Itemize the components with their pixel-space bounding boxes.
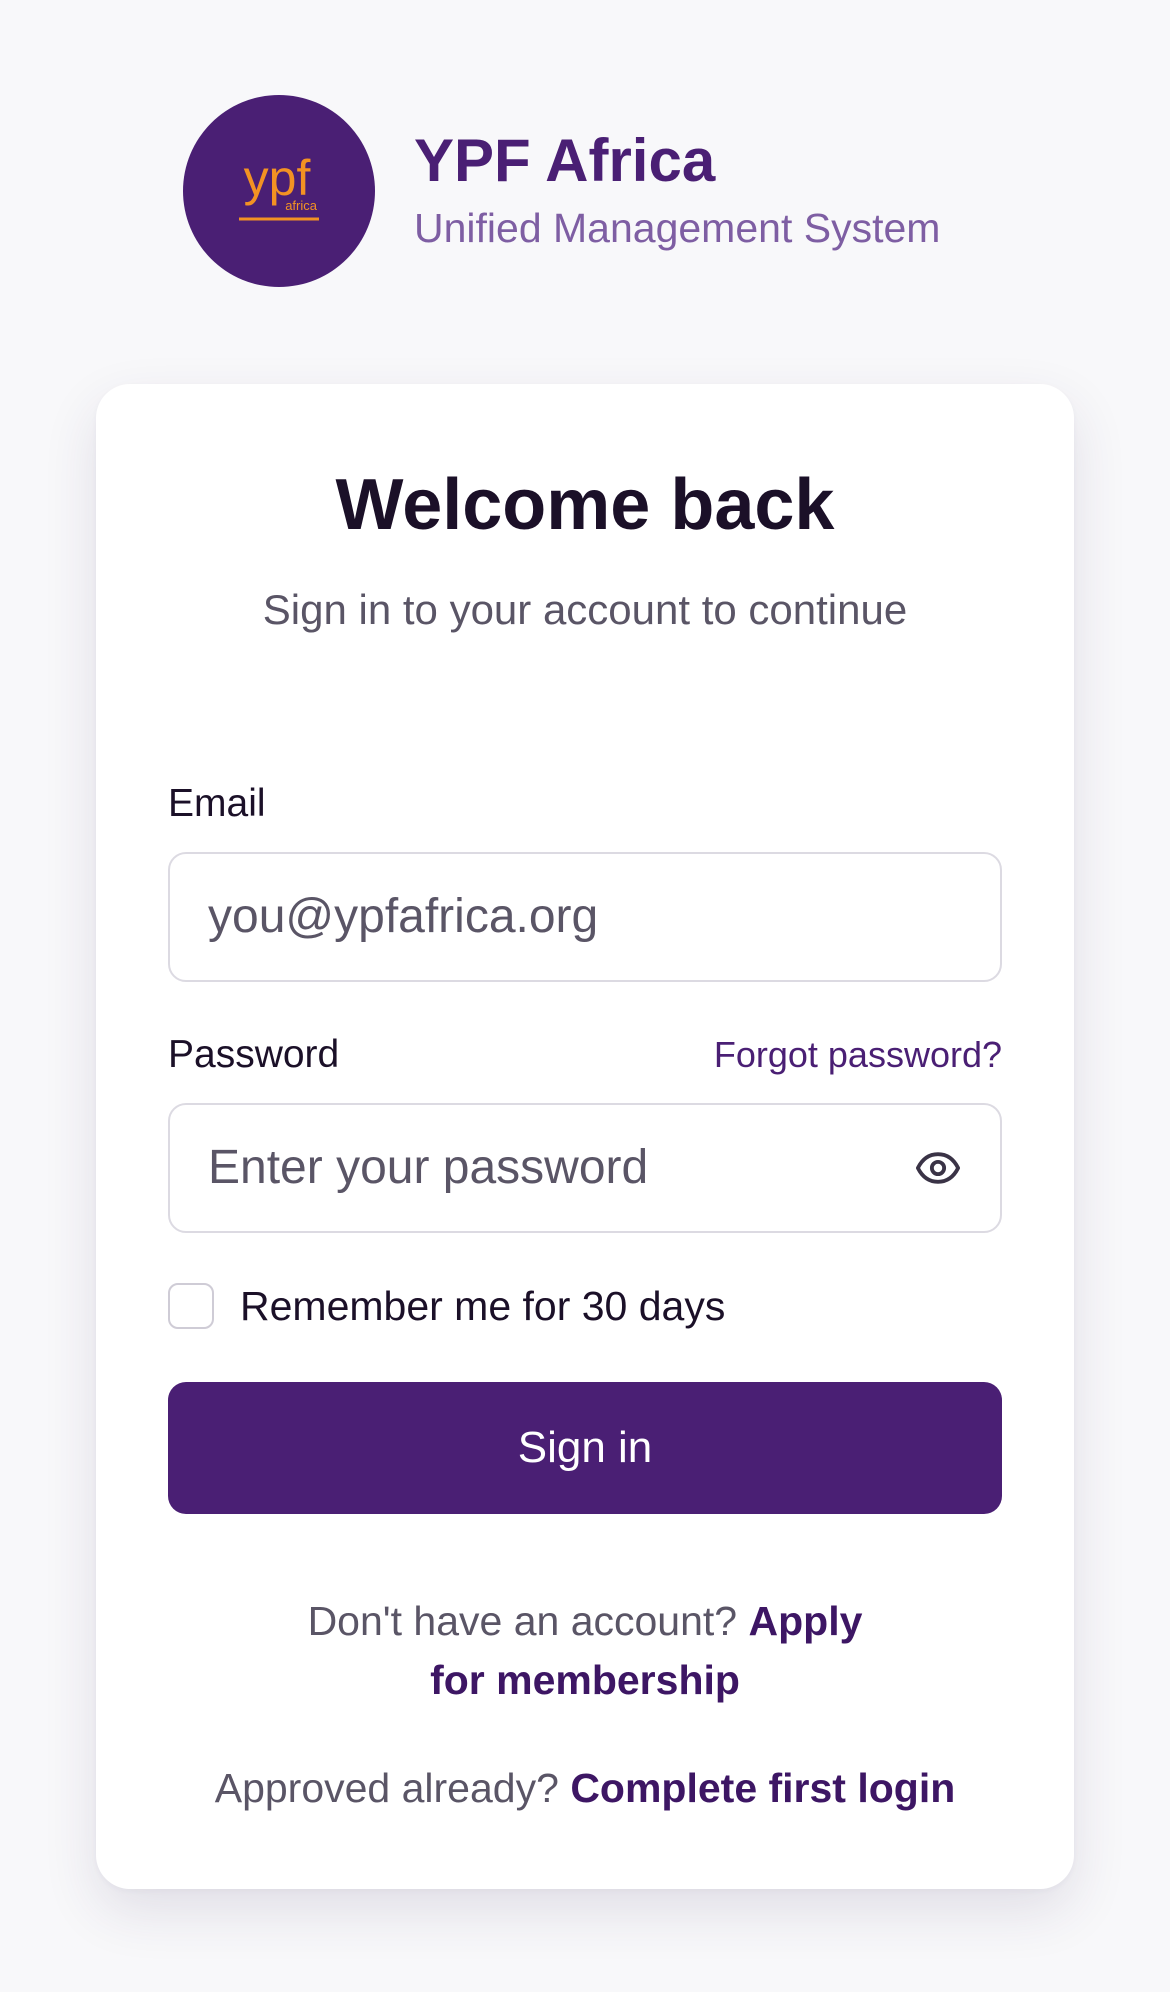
ypf-logo: ypf africa — [183, 95, 375, 287]
password-label: Password — [168, 1032, 340, 1076]
brand-subtitle: Unified Management System — [414, 205, 941, 252]
remember-me-row: Remember me for 30 days — [168, 1283, 1002, 1330]
eye-icon[interactable] — [914, 1144, 962, 1192]
page-title: Welcome back — [335, 465, 835, 545]
email-field[interactable]: you@ypfafrica.org — [168, 851, 1002, 982]
brand-title: YPF Africa — [414, 127, 716, 195]
logo-subtext: africa — [285, 198, 318, 213]
password-field-placeholder: Enter your password — [208, 1141, 649, 1195]
email-field-placeholder: you@ypfafrica.org — [208, 890, 599, 944]
sign-in-button[interactable]: Sign in — [168, 1381, 1002, 1514]
complete-first-login-link[interactable]: Complete first login — [570, 1765, 955, 1811]
page-subtitle: Sign in to your account to continue — [262, 585, 908, 633]
remember-me-checkbox[interactable] — [168, 1283, 214, 1330]
first-login-prompt: Approved already? — [214, 1764, 559, 1811]
forgot-password-link[interactable]: Forgot password? — [714, 1034, 1002, 1076]
password-label-row: Password Forgot password? — [168, 1032, 1002, 1079]
login-card: Welcome back Sign in to your account to … — [96, 384, 1074, 1889]
brand-header: ypf africa YPF Africa Unified Management… — [183, 95, 940, 287]
first-login-row: Approved already? Complete first login — [168, 1759, 1002, 1818]
signup-prompt: Don't have an account? — [307, 1597, 738, 1644]
brand-text: YPF Africa Unified Management System — [414, 128, 940, 253]
password-field[interactable]: Enter your password — [168, 1102, 1002, 1233]
remember-me-label[interactable]: Remember me for 30 days — [240, 1283, 725, 1330]
ypf-logo-mark: ypf africa — [239, 151, 319, 221]
signup-prompt-row: Don't have an account? Apply for members… — [168, 1592, 1002, 1711]
email-label: Email — [168, 782, 266, 826]
